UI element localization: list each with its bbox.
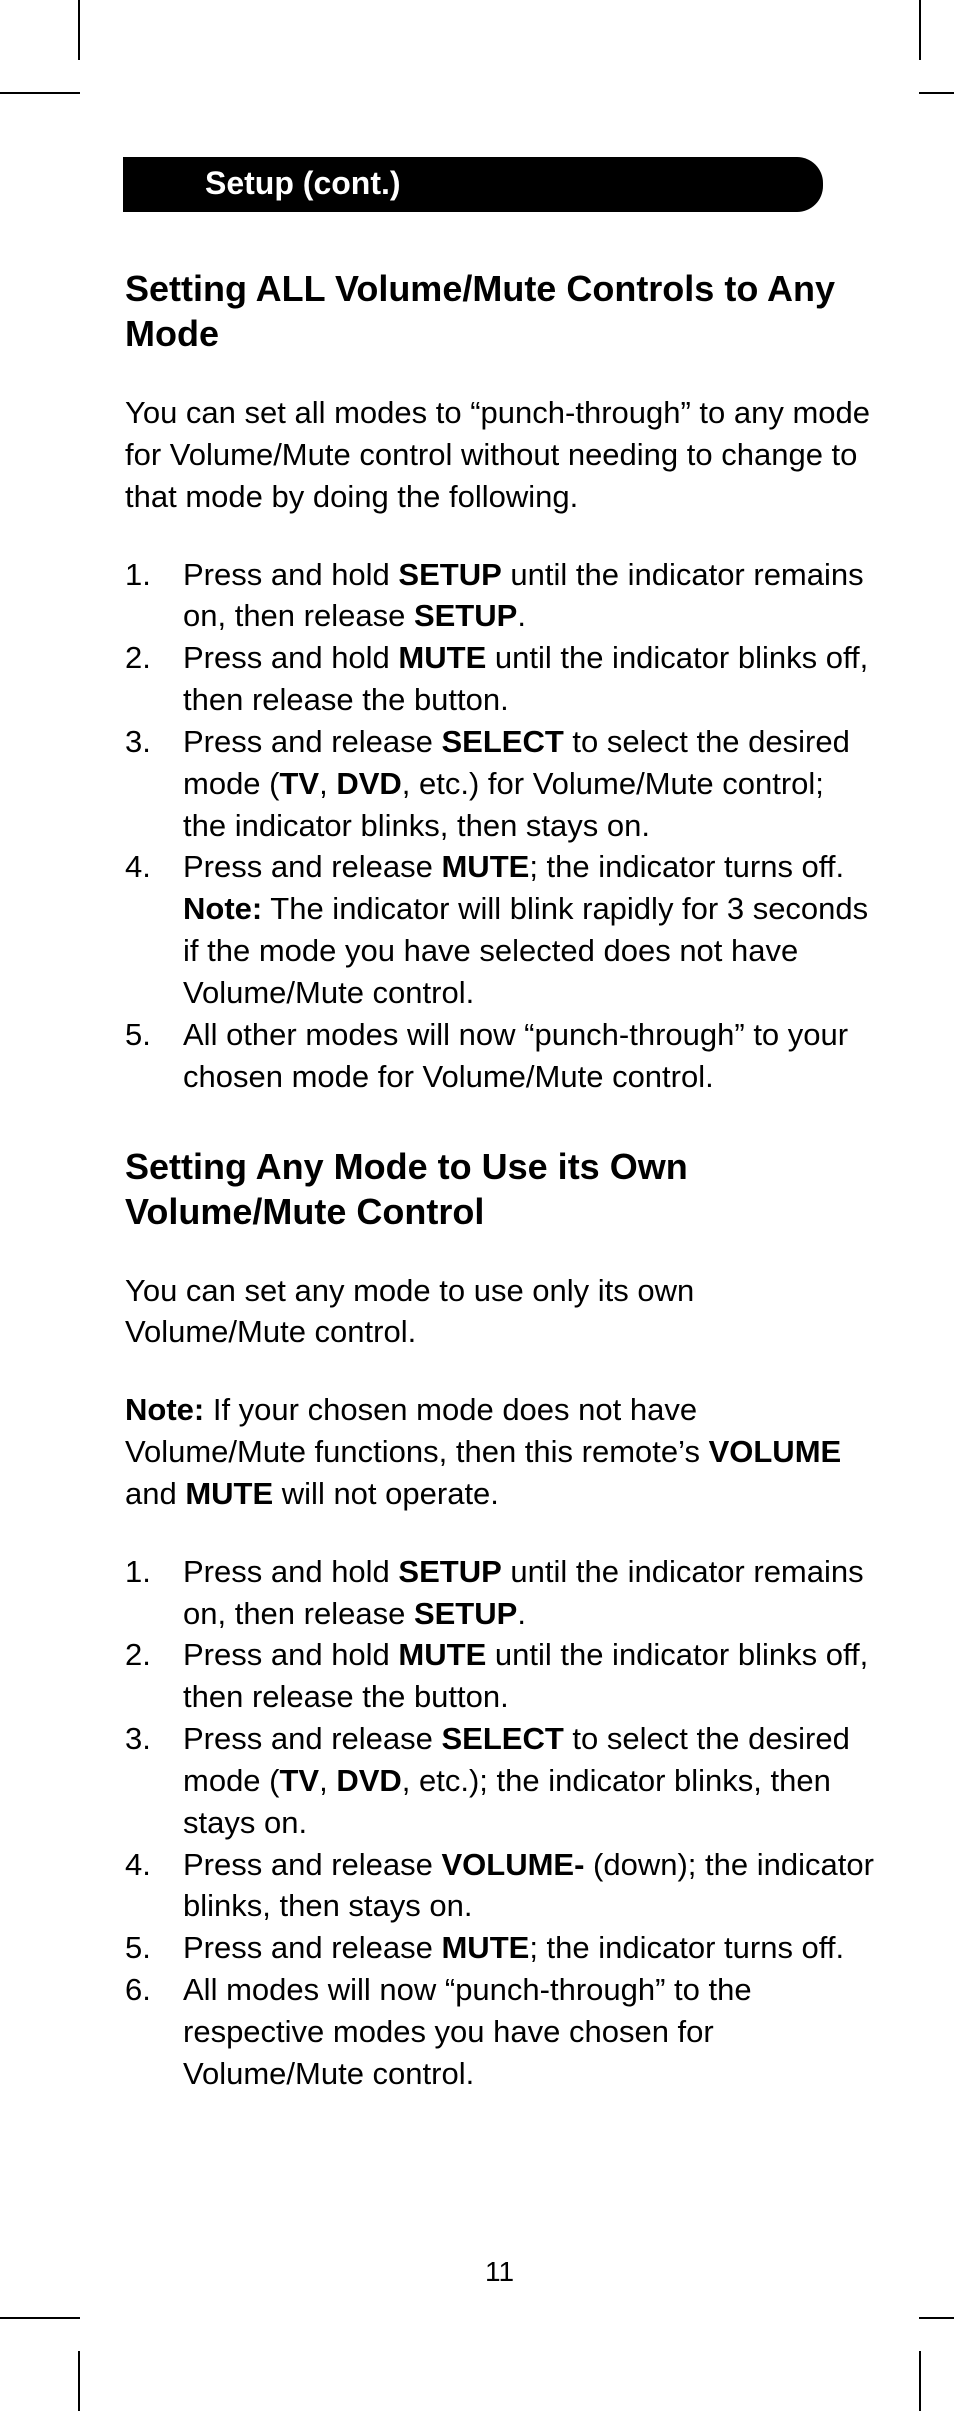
section1-steps: Press and hold SETUP until the indicator… bbox=[125, 554, 874, 1098]
step-item: Press and release MUTE; the indicator tu… bbox=[125, 846, 874, 1013]
section1-heading: Setting ALL Volume/Mute Controls to Any … bbox=[125, 266, 874, 356]
section2-note: Note: If your chosen mode does not have … bbox=[125, 1389, 874, 1515]
crop-mark bbox=[0, 2317, 80, 2319]
section1-intro: You can set all modes to “punch-through”… bbox=[125, 392, 874, 518]
section2-intro: You can set any mode to use only its own… bbox=[125, 1270, 874, 1354]
step-item: Press and hold MUTE until the indicator … bbox=[125, 637, 874, 721]
crop-mark bbox=[0, 92, 80, 94]
step-item: All modes will now “punch-through” to th… bbox=[125, 1969, 874, 2095]
page-content: Setup (cont.) Setting ALL Volume/Mute Co… bbox=[80, 95, 919, 2316]
crop-mark bbox=[919, 2351, 921, 2411]
page-number: 11 bbox=[80, 2256, 919, 2288]
step-item: Press and release MUTE; the indicator tu… bbox=[125, 1927, 874, 1969]
step-item: All other modes will now “punch-through”… bbox=[125, 1014, 874, 1098]
crop-mark bbox=[919, 0, 921, 60]
step-item: Press and release SELECT to select the d… bbox=[125, 721, 874, 847]
step-item: Press and hold MUTE until the indicator … bbox=[125, 1634, 874, 1718]
step-item: Press and hold SETUP until the indicator… bbox=[125, 1551, 874, 1635]
step-item: Press and release VOLUME- (down); the in… bbox=[125, 1844, 874, 1928]
section-tab: Setup (cont.) bbox=[123, 157, 823, 212]
crop-mark bbox=[919, 92, 954, 94]
section2-heading: Setting Any Mode to Use its Own Volume/M… bbox=[125, 1144, 874, 1234]
crop-mark bbox=[919, 2317, 954, 2319]
crop-mark bbox=[78, 2351, 80, 2411]
crop-mark bbox=[78, 0, 80, 60]
section2-steps: Press and hold SETUP until the indicator… bbox=[125, 1551, 874, 2095]
step-item: Press and release SELECT to select the d… bbox=[125, 1718, 874, 1844]
step-item: Press and hold SETUP until the indicator… bbox=[125, 554, 874, 638]
